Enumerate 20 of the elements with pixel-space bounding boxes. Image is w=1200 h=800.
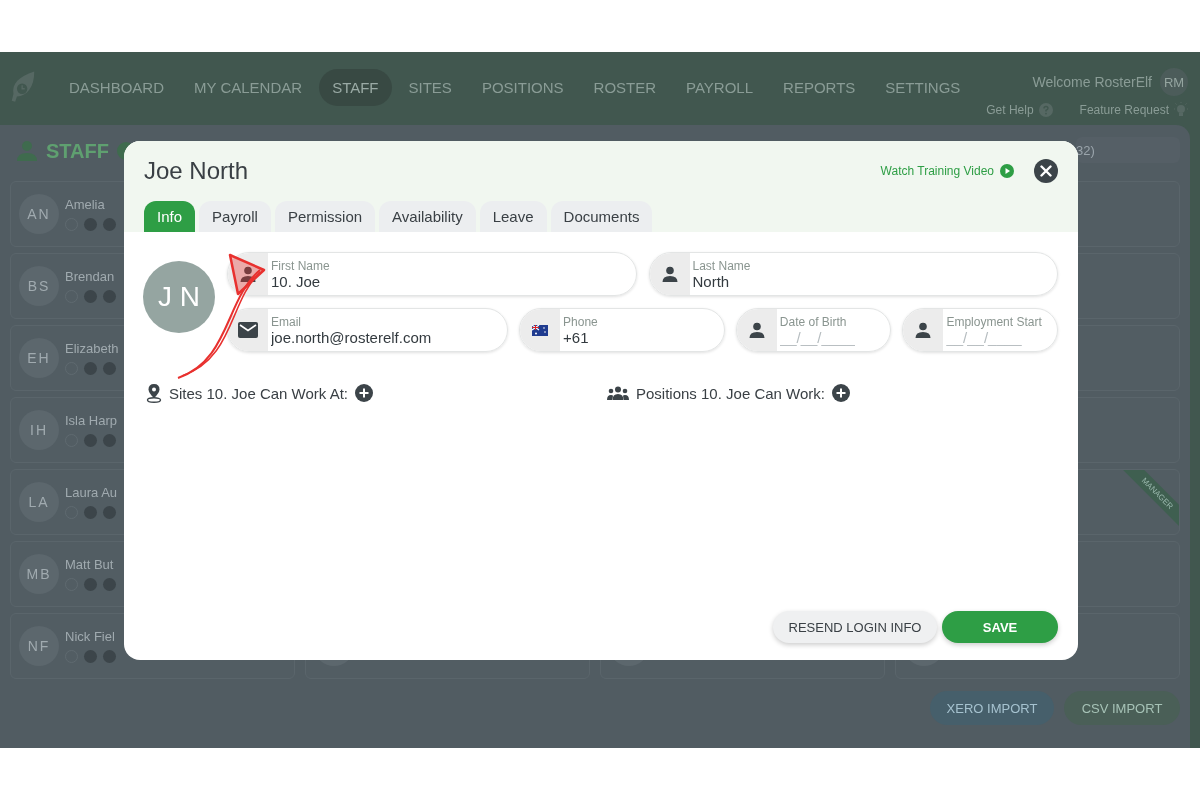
staff-name: Matt But [65, 557, 115, 572]
staff-name: Elizabeth [65, 341, 119, 356]
avatar-initials: J N [143, 261, 215, 333]
staff-name: Brendan [65, 269, 116, 284]
welcome-text: Welcome RosterElf [1032, 74, 1152, 90]
staff-name: Amelia [65, 197, 106, 212]
section-label: Sites 10. Joe Can Work At: [169, 384, 348, 402]
staff-avatar: EH [19, 338, 59, 378]
page-title: STAFF [46, 139, 109, 163]
staff-name: Nick Fiel [65, 629, 116, 644]
dialog-title: Joe North [144, 157, 250, 185]
section-label: Positions 10. Joe Can Work: [636, 384, 825, 402]
staff-avatar: AN [19, 194, 59, 234]
staff-avatar: BS [19, 266, 59, 306]
staff-avatar: MB [19, 554, 59, 594]
staff-avatar: LA [19, 482, 59, 522]
staff-avatar: NF [19, 626, 59, 666]
staff-name: Isla Harp [65, 413, 118, 428]
staff-name: Laura Au [65, 485, 118, 500]
staff-avatar: IH [19, 410, 59, 450]
